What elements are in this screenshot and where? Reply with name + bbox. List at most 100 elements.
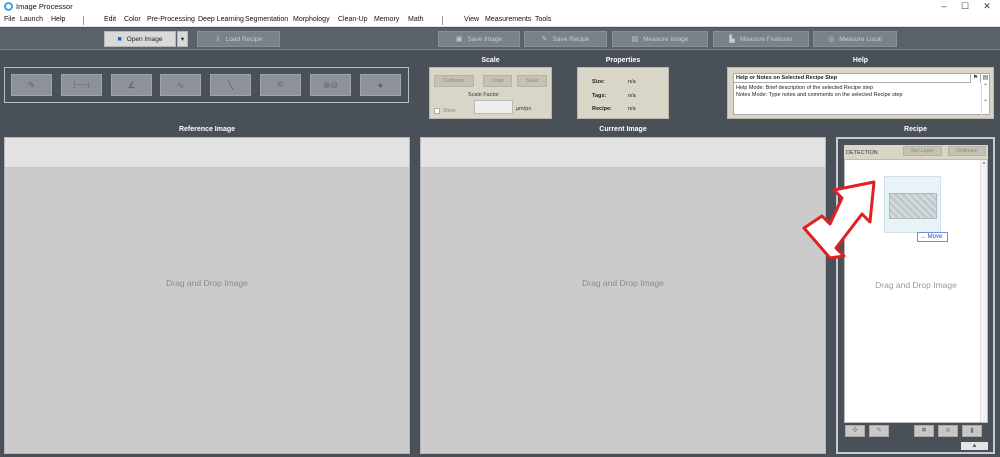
load-icon: ⇩ [214,36,221,43]
menu-morphology[interactable]: Morphology [293,16,330,23]
menu-separator [83,16,84,25]
id-tool[interactable]: ID [260,74,301,96]
help-mode-toggle[interactable]: ⚑ [970,74,980,83]
add-step-button[interactable]: ✣ [845,425,865,437]
save-recipe-label: Save Recipe [552,36,590,43]
load-scale-button[interactable]: Load [483,75,512,87]
menu-launch[interactable]: Launch [20,16,43,23]
help-text-box[interactable]: Help or Notes on Selected Recipe Step ⚑ … [733,73,990,115]
menu-view[interactable]: View [464,16,479,23]
toolbar: ■ Open Image ▾ ⇩ Load Recipe ▣ Save Image ✎… [0,28,1000,50]
collapse-button[interactable]: ▲ [961,442,988,450]
ruler-tool[interactable]: ╲ [210,74,251,96]
scale-factor-label: Scale Factor [468,92,499,98]
menu-segmentation[interactable]: Segmentation [245,16,288,23]
close-icon: ✖ [921,427,927,434]
target-icon: ◎ [828,36,835,43]
detection-label: DETECTION [846,150,878,156]
angle-tool[interactable]: ∡ [111,74,152,96]
save-recipe-button[interactable]: ✎ Save Recipe [524,31,607,47]
help-heading: Help or Notes on Selected Recipe Step [734,74,970,83]
load-recipe-button[interactable]: ⇩ Load Recipe [197,31,280,47]
current-image-header: Current Image [599,126,647,133]
save-image-button[interactable]: ▣ Save Image [438,31,520,47]
thumbnail-image [889,193,937,219]
scale-factor-input[interactable] [474,100,513,114]
menu-measurements[interactable]: Measurements [485,16,531,23]
width-measure-icon: ⊢⊣ [73,80,90,90]
chart-icon: ▙ [729,36,735,43]
scale-unit-label: µm/px [516,106,532,112]
load-recipe-label: Load Recipe [225,36,263,43]
edit-step-button[interactable]: ✎ [869,425,889,437]
measurement-tools-panel: ✎ ⊢⊣ ∡ ∿ ╲ ID ⊕⊖ ● [4,67,409,103]
measure-image-button[interactable]: ▤ Measure Image [612,31,708,47]
save-scale-button[interactable]: Save [517,75,547,87]
zoom-tool[interactable]: ⊕⊖ [310,74,351,96]
profile-line-tool[interactable]: ∿ [160,74,201,96]
recipe-top-bar: DETECTION Set Layer Optimize [844,145,988,159]
trash-icon: ▮ [970,427,974,434]
chevron-down-icon: ▾ [180,36,185,43]
circle-icon: ● [377,80,384,90]
recipe-value: n/a [628,106,636,112]
current-image-panel[interactable]: Drag and Drop Image [420,137,826,454]
delete-step-button[interactable]: ✖ [914,425,934,437]
help-scrollbar[interactable]: ⌃ ⌄ [981,83,989,115]
window-title: Image Processor [16,2,73,11]
scale-panel: Calibrate Load Save Scale Factor µm/px S… [429,67,552,119]
menu-deep-learning[interactable]: Deep Learning [198,16,244,23]
maximize-button[interactable]: ☐ [954,0,976,14]
measure-features-button[interactable]: ▙ Measure Features [713,31,809,47]
current-drop-hint: Drag and Drop Image [582,278,664,288]
chevron-up-icon: ▲ [971,443,978,449]
measure-local-button[interactable]: ◎ Measure Local [813,31,897,47]
recipe-header: Recipe [904,126,927,133]
disable-icon: ⊘ [945,427,951,434]
show-scale-checkbox[interactable] [434,108,440,114]
set-layer-button[interactable]: Set Layer [903,146,942,156]
menu-math[interactable]: Math [408,16,424,23]
reference-drop-hint: Drag and Drop Image [166,278,248,288]
menu-file[interactable]: File [4,16,15,23]
menu-tools[interactable]: Tools [535,16,551,23]
reference-image-panel[interactable]: Drag and Drop Image [4,137,410,454]
ruler-icon: ╲ [227,80,234,90]
app-icon [4,2,13,11]
recipe-label: Recipe: [592,106,612,112]
open-image-button[interactable]: ■ Open Image [104,31,176,47]
menu-color[interactable]: Color [124,16,141,23]
properties-header: Properties [605,57,641,64]
save-icon: ▣ [455,36,463,43]
help-header: Help [852,57,869,64]
menu-help[interactable]: Help [51,16,65,23]
menu-clean-up[interactable]: Clean-Up [338,16,368,23]
menu-memory[interactable]: Memory [374,16,399,23]
tags-value: n/a [628,93,636,99]
menu-edit[interactable]: Edit [104,16,116,23]
size-value: n/a [628,79,636,85]
title-bar: Image Processor – ☐ ✕ [0,0,1000,14]
width-measure-tool[interactable]: ⊢⊣ [61,74,102,96]
pencil-icon: ✎ [876,427,882,434]
measure-features-label: Measure Features [739,36,793,43]
size-label: Size: [592,79,605,85]
close-button[interactable]: ✕ [976,0,998,14]
recipe-step-thumbnail[interactable] [884,176,941,233]
notes-mode-toggle[interactable]: ▤ [980,74,990,83]
scale-header: Scale [481,57,500,64]
trash-button[interactable]: ▮ [962,425,982,437]
angle-icon: ∡ [127,80,136,90]
minimize-button[interactable]: – [933,0,955,14]
profile-line-icon: ∿ [176,80,185,90]
optimize-button[interactable]: Optimize [948,146,986,156]
open-image-dropdown[interactable]: ▾ [177,31,188,47]
menu-pre-processing[interactable]: Pre-Processing [147,16,195,23]
calibrate-button[interactable]: Calibrate [434,75,474,87]
pencil-icon: ✎ [27,80,36,90]
pencil-tool[interactable]: ✎ [11,74,52,96]
recipe-scrollbar[interactable]: ▲ [980,160,987,422]
disable-step-button[interactable]: ⊘ [938,425,958,437]
menu-bar: File Launch Help Edit Color Pre-Processi… [0,14,1000,27]
circle-tool[interactable]: ● [360,74,401,96]
